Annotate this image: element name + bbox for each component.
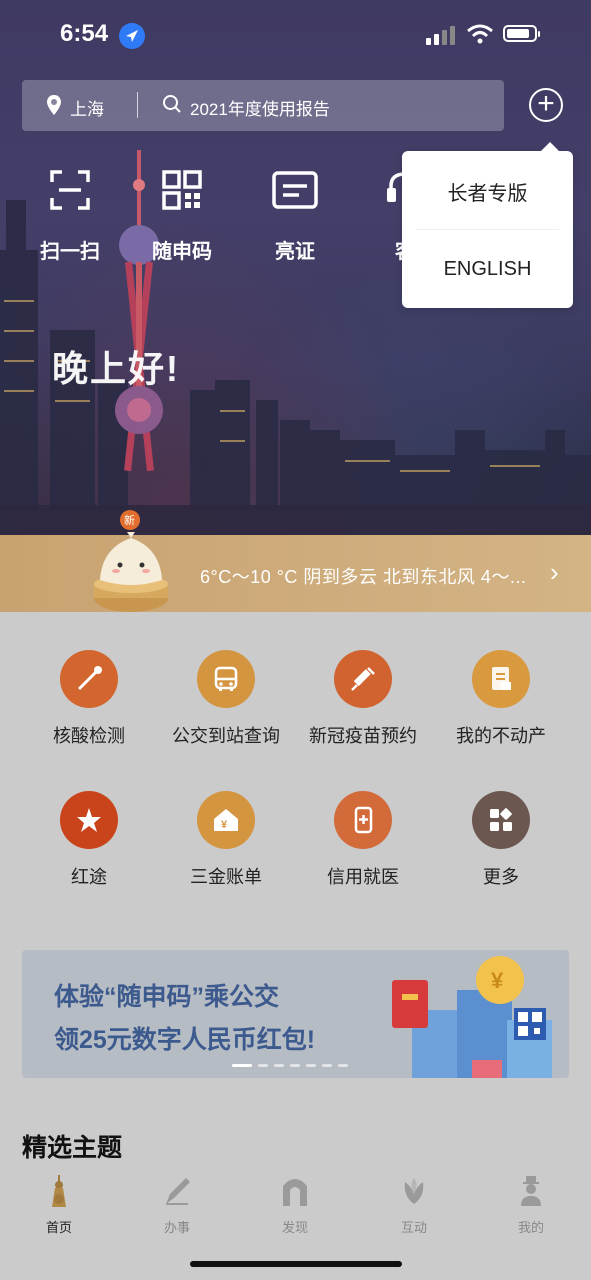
xiaolongbao-mascot-icon: 新 xyxy=(94,510,168,612)
tab-label: 发现 xyxy=(281,1220,308,1235)
greeting-text: 晚上好! xyxy=(52,348,180,389)
city-selector[interactable]: 上海 xyxy=(70,95,104,120)
service-label: 核酸检测 xyxy=(53,726,125,746)
weather-text: 6°C～10 °C 阴到多云 北到东北风 4～... xyxy=(200,567,527,587)
service-label: 新冠疫苗预约 xyxy=(309,726,417,746)
qr-code-icon xyxy=(162,170,202,210)
signal-icon xyxy=(426,26,455,45)
scan-label: 扫一扫 xyxy=(40,241,100,263)
tab-home[interactable]: 首页 xyxy=(9,1174,109,1236)
service-more[interactable]: 更多 xyxy=(436,791,566,889)
pen-icon xyxy=(166,1178,190,1205)
section-title: 精选主题 xyxy=(22,1134,123,1162)
svg-text:¥: ¥ xyxy=(491,968,504,993)
clock: 6:54 xyxy=(60,20,109,47)
service-label: 三金账单 xyxy=(190,867,262,887)
document-icon xyxy=(472,650,530,708)
scan-icon xyxy=(50,170,90,210)
svg-text:¥: ¥ xyxy=(221,819,228,831)
add-menu-button[interactable]: + xyxy=(529,88,563,122)
service-label: 更多 xyxy=(483,867,519,887)
menu-divider xyxy=(416,229,559,230)
battery-icon xyxy=(503,25,540,42)
location-pin-icon xyxy=(47,95,61,115)
tab-label: 办事 xyxy=(163,1220,190,1235)
tab-services[interactable]: 办事 xyxy=(127,1174,227,1236)
banner-line-2: 领25元数字人民币红包! xyxy=(54,1026,316,1054)
chevron-right-icon: › xyxy=(550,557,559,587)
tab-label: 互动 xyxy=(400,1220,427,1235)
suishen-code-button[interactable]: 随申码 xyxy=(137,170,227,264)
service-red-route[interactable]: 红途 xyxy=(24,791,154,889)
scan-button[interactable]: 扫一扫 xyxy=(25,170,115,264)
tower-icon xyxy=(52,1175,66,1207)
id-card-icon xyxy=(272,171,318,209)
service-label: 我的不动产 xyxy=(456,726,546,746)
service-label: 公交到站查询 xyxy=(172,726,280,746)
search-bar[interactable]: 上海 2021年度使用报告 xyxy=(22,80,504,131)
promo-banner[interactable]: 体验“随申码”乘公交 领25元数字人民币红包! ¥ xyxy=(22,950,569,1078)
phone-medical-icon xyxy=(334,791,392,849)
grid-more-icon xyxy=(472,791,530,849)
arch-icon xyxy=(283,1179,307,1206)
service-bus-arrival[interactable]: 公交到站查询 xyxy=(161,650,291,748)
new-badge: 新 xyxy=(124,513,135,527)
service-nucleic-test[interactable]: 核酸检测 xyxy=(24,650,154,748)
suishen-code-label: 随申码 xyxy=(152,241,212,263)
divider xyxy=(137,92,138,118)
status-bar: 6:54 xyxy=(0,0,591,70)
service-vaccine-booking[interactable]: 新冠疫苗预约 xyxy=(298,650,428,748)
syringe-icon xyxy=(334,650,392,708)
wifi-icon xyxy=(467,24,493,44)
service-label: 红途 xyxy=(71,867,107,887)
weather-bar[interactable]: 6°C～10 °C 阴到多云 北到东北风 4～... › xyxy=(0,535,591,612)
service-three-funds-bill[interactable]: ¥ 三金账单 xyxy=(161,791,291,889)
service-label: 信用就医 xyxy=(327,867,399,887)
bus-icon xyxy=(197,650,255,708)
show-id-label: 亮证 xyxy=(275,241,315,263)
magnolia-icon xyxy=(404,1178,424,1204)
tab-interact[interactable]: 互动 xyxy=(364,1174,464,1236)
service-credit-medical[interactable]: 信用就医 xyxy=(298,791,428,889)
tab-discover[interactable]: 发现 xyxy=(245,1174,345,1236)
menu-item-elder-mode[interactable]: 长者专版 xyxy=(402,177,573,206)
service-real-estate[interactable]: 我的不动产 xyxy=(436,650,566,748)
red-star-icon xyxy=(60,791,118,849)
add-menu-popup: 长者专版 ENGLISH xyxy=(402,142,573,308)
show-id-button[interactable]: 亮证 xyxy=(250,170,340,264)
menu-item-english[interactable]: ENGLISH xyxy=(402,258,573,281)
swab-icon xyxy=(60,650,118,708)
home-indicator xyxy=(190,1261,402,1267)
person-hat-icon xyxy=(521,1176,541,1206)
tab-me[interactable]: 我的 xyxy=(481,1174,581,1236)
carousel-indicator xyxy=(232,1064,348,1067)
search-icon xyxy=(163,95,181,113)
promo-illustration: ¥ xyxy=(392,956,552,1078)
house-yen-icon: ¥ xyxy=(197,791,255,849)
search-placeholder: 2021年度使用报告 xyxy=(190,100,330,119)
tab-label: 我的 xyxy=(517,1220,544,1235)
location-arrow-icon xyxy=(119,23,145,49)
tab-label: 首页 xyxy=(45,1220,72,1235)
banner-line-1: 体验“随申码”乘公交 xyxy=(54,983,280,1011)
